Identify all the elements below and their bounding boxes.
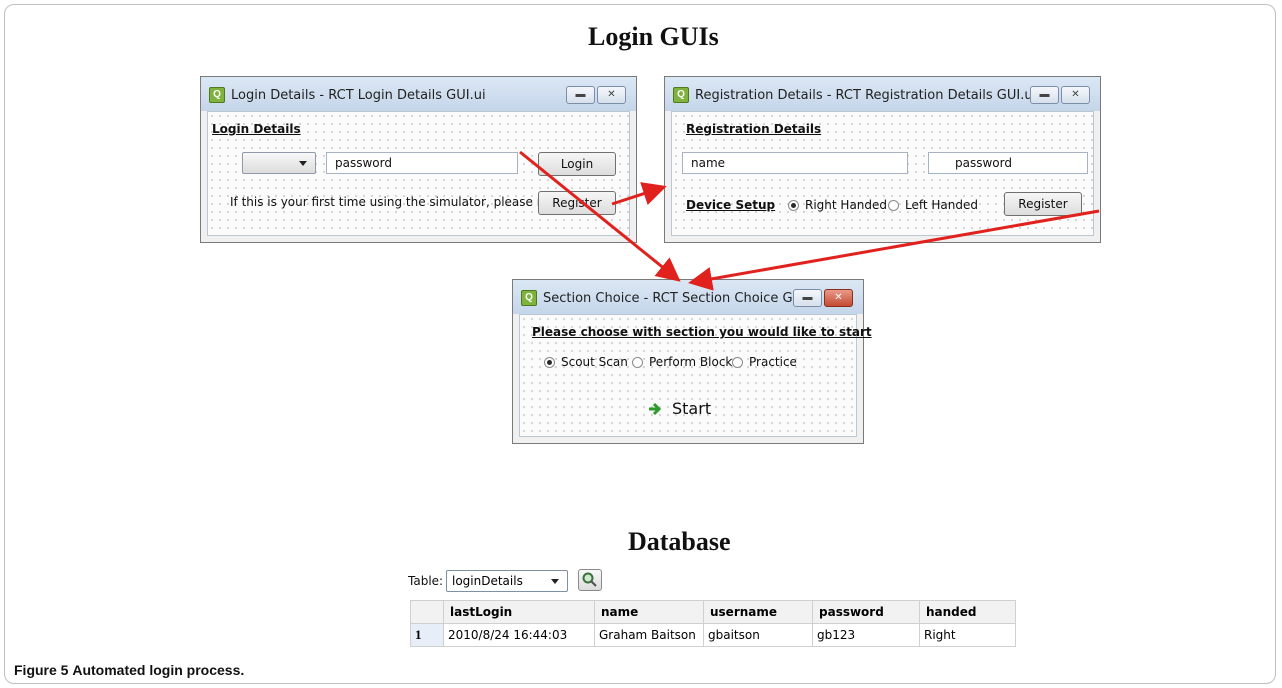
register-button[interactable]: Register [1004,192,1082,216]
password-field[interactable]: password [326,152,518,174]
username-dropdown[interactable] [242,152,316,174]
window-title: Section Choice - RCT Section Choice GUI.… [543,291,822,306]
table-header-row: lastLogin name username password handed [410,600,1016,624]
login-button[interactable]: Login [538,152,616,176]
search-button[interactable] [578,569,602,591]
table-row[interactable]: 1 2010/8/24 16:44:03 Graham Baitson gbai… [410,623,1016,647]
qt-designer-icon: Q [209,87,225,103]
login-details-table: lastLogin name username password handed … [410,600,1016,647]
chevron-down-icon [551,579,559,584]
registration-body: Registration Details name password Devic… [671,111,1094,236]
close-button[interactable]: ✕ [824,289,853,307]
column-header[interactable]: name [594,600,704,624]
arrow-right-icon [649,402,662,415]
cell-username[interactable]: gbaitson [703,623,813,647]
caption-text: Automated login process. [72,662,245,678]
start-button[interactable]: Start [648,399,711,418]
registration-details-label: Registration Details [686,122,822,136]
login-window: Q Login Details - RCT Login Details GUI.… [200,76,637,243]
login-guis-heading: Login GUIs [588,22,719,51]
minimize-button[interactable]: ▬ [566,86,595,104]
login-titlebar[interactable]: Q Login Details - RCT Login Details GUI.… [201,77,636,111]
database-heading: Database [628,527,731,556]
radio-right-handed[interactable]: Right Handed [788,198,887,212]
radio-dot [888,199,899,211]
radio-practice[interactable]: Practice [732,355,797,369]
chevron-down-icon [299,161,307,166]
cell-handed[interactable]: Right [919,623,1016,647]
column-header[interactable]: handed [919,600,1016,624]
table-label: Table: [408,574,444,588]
qt-designer-icon: Q [673,87,689,103]
section-titlebar[interactable]: Q Section Choice - RCT Section Choice GU… [513,280,863,314]
row-number: 1 [410,623,444,647]
radio-perform-block[interactable]: Perform Block [632,355,732,369]
column-header[interactable]: lastLogin [443,600,595,624]
figure-caption: Figure 5 Automated login process. [14,662,244,678]
register-prompt: If this is your first time using the sim… [230,195,584,209]
radio-scout-scan[interactable]: Scout Scan [544,355,628,369]
cell-name[interactable]: Graham Baitson [594,623,704,647]
login-details-label: Login Details [212,122,301,136]
password-field[interactable]: password [928,152,1088,174]
row-number-header [410,600,444,624]
login-body: Login Details password Login If this is … [207,111,630,236]
search-icon [582,572,597,587]
column-header[interactable]: username [703,600,813,624]
close-button[interactable]: ✕ [597,86,626,104]
radio-dot [632,356,643,368]
registration-window: Q Registration Details - RCT Registratio… [664,76,1101,243]
registration-titlebar[interactable]: Q Registration Details - RCT Registratio… [665,77,1100,111]
window-title: Registration Details - RCT Registration … [695,88,1037,103]
section-body: Please choose with section you would lik… [519,314,872,437]
close-button[interactable]: ✕ [1061,86,1090,104]
table-select[interactable]: loginDetails [446,570,568,592]
radio-dot [732,356,743,368]
name-field[interactable]: name [682,152,908,174]
qt-designer-icon: Q [521,290,537,306]
window-title: Login Details - RCT Login Details GUI.ui [231,88,486,103]
radio-dot [788,199,799,211]
column-header[interactable]: password [812,600,920,624]
section-prompt: Please choose with section you would lik… [532,325,872,339]
radio-left-handed[interactable]: Left Handed [888,198,978,212]
register-button[interactable]: Register [538,191,616,215]
device-setup-label: Device Setup [686,198,776,212]
caption-label: Figure 5 [14,662,69,678]
minimize-button[interactable]: ▬ [1030,86,1059,104]
cell-lastlogin[interactable]: 2010/8/24 16:44:03 [443,623,595,647]
section-choice-window: Q Section Choice - RCT Section Choice GU… [512,279,872,444]
radio-dot [544,356,555,368]
minimize-button[interactable]: ▬ [793,289,822,307]
cell-password[interactable]: gb123 [812,623,920,647]
